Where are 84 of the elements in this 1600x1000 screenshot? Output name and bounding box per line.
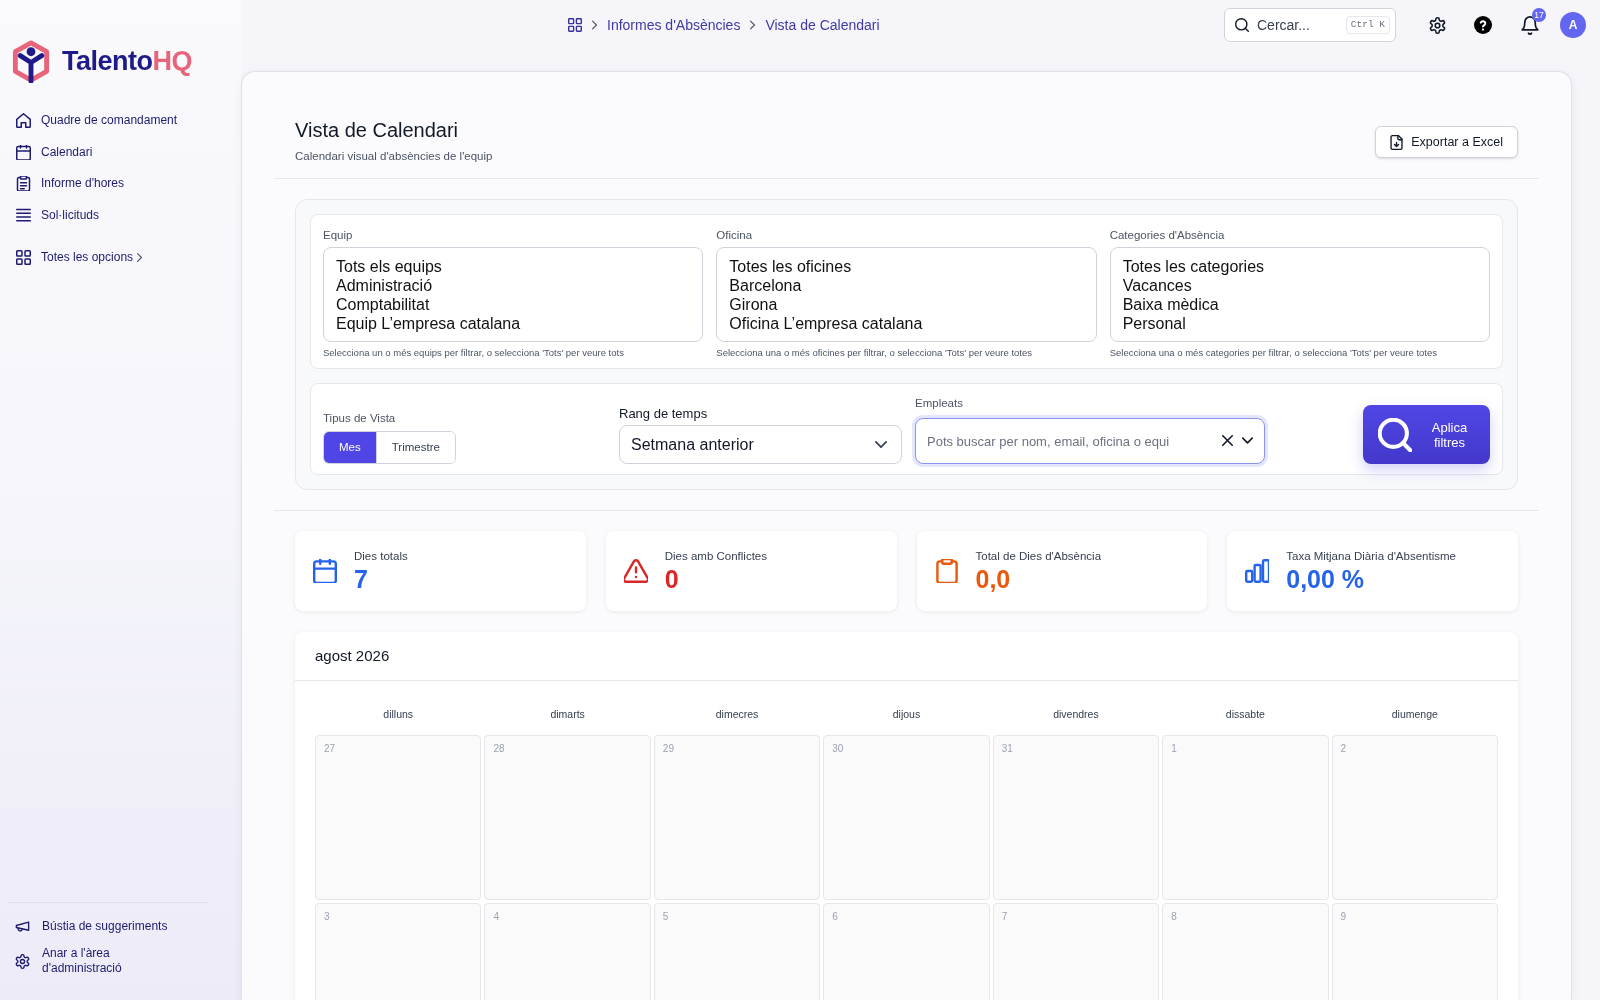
chevron-right-icon [137, 253, 143, 262]
list-option[interactable]: Barcelona [729, 276, 1084, 295]
list-option[interactable]: Baixa mèdica [1122, 295, 1477, 314]
clipboard-icon [934, 559, 959, 583]
field-label: Empleats [915, 396, 964, 410]
megaphone-icon [15, 919, 30, 934]
nav-link[interactable]: Anar a l'àrea d'administració [15, 940, 182, 982]
stat-label: Dies amb Conflictes [664, 549, 767, 563]
grid-icon [16, 250, 31, 265]
calendar-icon [313, 559, 337, 583]
settings-icon[interactable] [1429, 16, 1446, 34]
list-option[interactable]: Oficina L’empresa catalana [729, 314, 1084, 333]
export-button[interactable]: Exportar a Excel [1375, 126, 1518, 158]
list-option[interactable]: Comptabilitat [336, 295, 691, 314]
multi-select-list[interactable]: Tots els equips Administració Comptabilitat Equip L’empresa catalana [323, 247, 704, 342]
list-option[interactable]: Totes les oficines [729, 257, 1084, 276]
weekday-label: dissabte [1224, 708, 1266, 721]
help-text: Selecciona un o més equips per filtrar, o selecciona 'Tots' per veure tots [323, 347, 625, 359]
weekday-label: diumenge [1390, 708, 1439, 721]
employee-search-field[interactable]: Pots buscar per nom, email, oficina o equi [915, 418, 1265, 464]
nav-link[interactable]: Bústia de suggeriments [15, 913, 168, 940]
apps-grid-icon[interactable] [568, 18, 582, 32]
weekday-label: dimarts [549, 708, 586, 721]
list-option[interactable]: Administració [336, 276, 691, 295]
nav-link[interactable]: Quadre de comandament [16, 105, 178, 137]
logo-wordmark[interactable]: TalentoHQ [62, 48, 192, 75]
stat-label: Total de Dies d'Absència [975, 549, 1102, 563]
documents-icon [16, 176, 31, 192]
stat-value: 0,0 [975, 565, 1012, 593]
notification-badge: 17 [1532, 7, 1546, 22]
chevron-down-icon [875, 441, 887, 448]
breadcrumb-link[interactable]: Informes d'Absències [607, 14, 741, 36]
multi-select-list[interactable]: Totes les oficines Barcelona Girona Oficina L’empresa catalana [716, 247, 1097, 342]
field-label: Tipus de Vista [323, 411, 397, 425]
field-label: Oficina [716, 228, 754, 242]
warning-icon [623, 559, 648, 583]
search-icon [1377, 417, 1412, 452]
calendar-icon [16, 144, 31, 160]
weekday-label: dimecres [714, 708, 760, 721]
stat-value: 7 [354, 565, 369, 593]
help-text: Selecciona una o més categories per filtrar, o selecciona 'Tots' per veure totes [1109, 347, 1438, 359]
multi-select-list[interactable]: Totes les categories Vacances Baixa mèdica Personal [1109, 247, 1490, 342]
list-option[interactable]: Equip L’empresa catalana [336, 314, 691, 333]
time-range-select[interactable]: Setmana anterior [619, 425, 902, 464]
help-icon[interactable] [1474, 16, 1492, 34]
clear-icon[interactable] [1222, 435, 1233, 446]
page-subtitle: Calendari visual d'absències de l'equip [295, 149, 493, 163]
weekday-label: dijous [891, 708, 922, 721]
stat-label: Dies totals [354, 549, 408, 563]
field-label: Rang de temps [619, 406, 709, 422]
list-option[interactable]: Tots els equips [336, 257, 691, 276]
keyboard-shortcut: Ctrl K [1345, 16, 1390, 34]
help-text: Selecciona una o més oficines per filtrar, o selecciona 'Tots' per veure totes [716, 347, 1034, 359]
chevron-right-icon [592, 20, 597, 30]
calendar-month-title: agost 2026 [315, 645, 390, 666]
nav-link[interactable]: Totes les opcions [16, 242, 143, 273]
stat-value: 0,00 % [1286, 565, 1366, 593]
apply-filters-button[interactable]: Aplica filtres [1363, 405, 1490, 464]
list-option[interactable]: Girona [729, 295, 1084, 314]
page-title: Vista de Calendari [295, 118, 460, 142]
file-download-icon [1390, 134, 1404, 150]
list-option[interactable]: Totes les categories [1122, 257, 1477, 276]
field-label: Equip [323, 228, 354, 242]
breadcrumb-current[interactable]: Vista de Calendari [765, 14, 880, 36]
nav-link[interactable]: Informe d'hores [16, 168, 124, 200]
home-icon [16, 113, 31, 129]
weekday-label: dilluns [382, 708, 415, 721]
stacked-lines-icon [16, 207, 31, 223]
nav-link[interactable]: Sol·licituds [16, 199, 100, 231]
bar-chart-icon [1245, 559, 1270, 583]
field-label: Categories d'Absència [1109, 228, 1226, 242]
chevron-down-icon[interactable] [1242, 437, 1253, 444]
weekday-label: divendres [1052, 708, 1100, 721]
list-option[interactable]: Vacances [1122, 276, 1477, 295]
user-avatar[interactable]: A [1560, 12, 1586, 38]
chevron-right-icon [750, 20, 756, 30]
stat-label: Taxa Mitjana Diària d'Absentisme [1286, 549, 1456, 563]
list-option[interactable]: Personal [1122, 314, 1477, 333]
settings-icon [15, 953, 30, 969]
stat-value: 0 [664, 565, 680, 593]
nav-link[interactable]: Calendari [16, 136, 93, 168]
search-icon [1235, 18, 1249, 32]
view-tab[interactable]: Mes [324, 432, 377, 463]
logo-icon[interactable] [12, 40, 50, 83]
